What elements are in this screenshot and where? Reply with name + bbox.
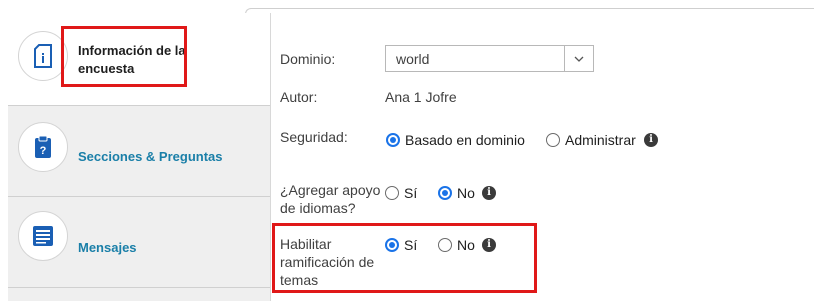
svg-text:?: ? [40,145,47,157]
sidebar-item-sections[interactable]: ? Secciones & Preguntas [8,106,270,196]
clipboard-question-icon: ? [18,122,68,172]
sidebar-divider [8,287,270,288]
seguridad-label: Seguridad: [280,129,348,145]
dominio-label: Dominio: [280,51,336,67]
seguridad-domain-radio[interactable] [386,133,400,147]
dominio-select-value: world [396,51,430,67]
seguridad-domain-label[interactable]: Basado en dominio [405,131,525,149]
idiomas-no-radio[interactable] [438,186,452,200]
idiomas-no-label[interactable]: No [457,184,475,202]
info-icon[interactable]: i [482,186,496,200]
highlight-box [61,26,187,87]
message-lines-icon [18,211,68,261]
sidebar-item-label: Mensajes [78,240,137,255]
autor-value: Ana 1 Jofre [385,89,457,105]
seguridad-admin-label[interactable]: Administrar [565,131,636,149]
sidebar-item-label: Secciones & Preguntas [78,149,223,164]
autor-label: Autor: [280,89,318,105]
info-icon[interactable]: i [644,133,658,147]
chevron-down-icon[interactable] [564,46,593,71]
idiomas-yes-label[interactable]: Sí [404,184,417,202]
idiomas-yes-radio[interactable] [385,186,399,200]
dominio-select[interactable]: world [385,45,594,72]
seguridad-admin-radio[interactable] [546,133,560,147]
sidebar-item-messages[interactable]: Mensajes [8,197,270,287]
idiomas-label: ¿Agregar apoyo de idiomas? [280,182,381,216]
content-panel-edge [245,8,814,15]
highlight-box [272,223,537,293]
